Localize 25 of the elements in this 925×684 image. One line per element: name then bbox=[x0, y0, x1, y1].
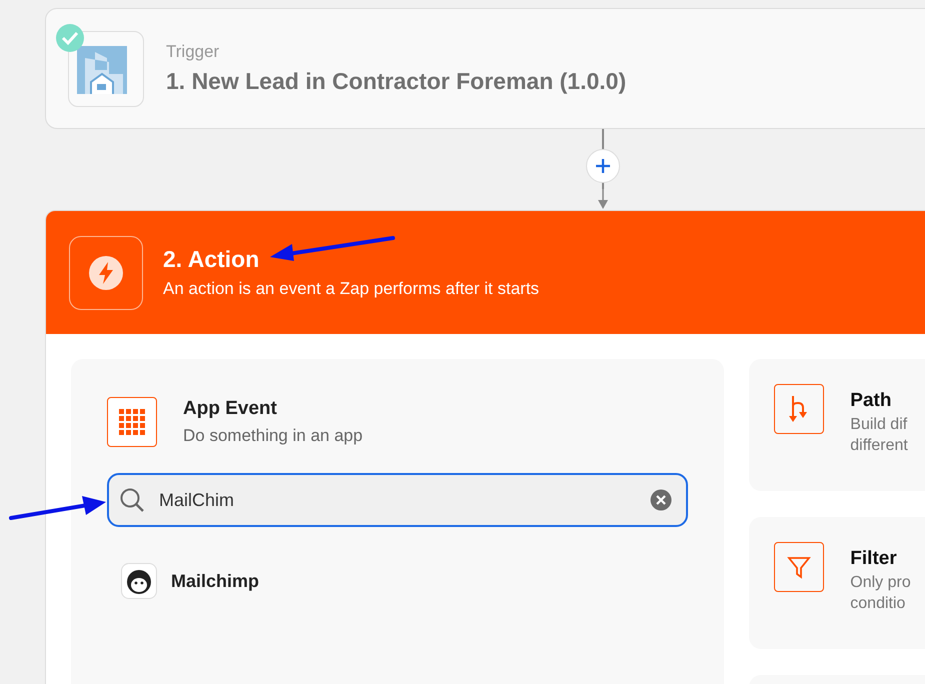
action-title: 2. Action bbox=[163, 246, 260, 273]
step-label: Trigger bbox=[166, 42, 220, 62]
monkey-icon bbox=[121, 563, 157, 599]
option-title: Path bbox=[850, 390, 892, 412]
option-description: Only pro conditio bbox=[850, 574, 911, 613]
option-title: Filter bbox=[850, 548, 898, 570]
action-subtitle: An action is an event a Zap performs after it starts bbox=[163, 279, 540, 299]
option-card[interactable]: Filter Only pro conditio bbox=[749, 517, 925, 649]
building-icon bbox=[68, 30, 144, 106]
search-icon bbox=[119, 487, 145, 513]
option-card[interactable]: Path Build dif different bbox=[749, 359, 925, 491]
funnel-icon bbox=[774, 542, 824, 592]
plus-icon bbox=[594, 157, 612, 175]
option-description: Do something in an app bbox=[183, 426, 363, 446]
app-result[interactable]: Mailchimp bbox=[107, 563, 688, 599]
option-title: App Event bbox=[183, 398, 278, 420]
grid-icon bbox=[107, 397, 157, 447]
lightning-icon bbox=[69, 236, 143, 310]
trigger-card[interactable]: Trigger 1. New Lead in Contractor Foreman (1.0.0) bbox=[45, 8, 925, 129]
branch-icon bbox=[774, 384, 824, 434]
option-description: Build dif different bbox=[850, 416, 908, 455]
clear-icon[interactable] bbox=[650, 489, 672, 511]
step-title: 1. New Lead in Contractor Foreman (1.0.0) bbox=[166, 68, 626, 95]
search-field[interactable]: MailChim bbox=[107, 473, 688, 527]
add-step-button[interactable] bbox=[586, 149, 620, 183]
